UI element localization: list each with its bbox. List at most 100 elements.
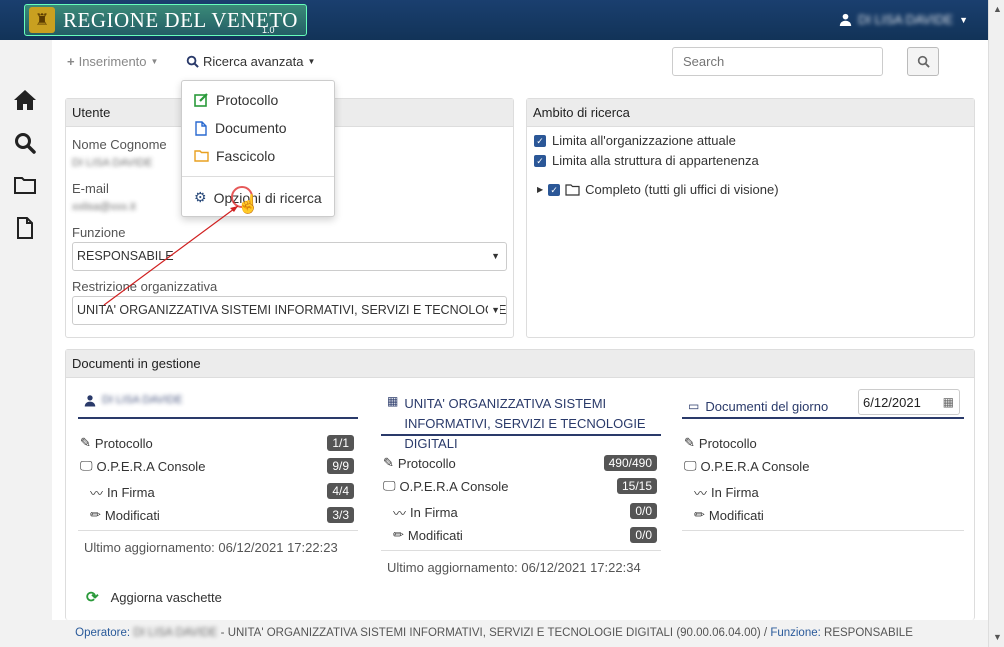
search-icon [186, 55, 199, 68]
aggiorna-vaschette-button[interactable]: ⟳ Aggiorna vaschette [86, 588, 222, 606]
inserimento-label: Inserimento [78, 54, 147, 69]
folder-icon [194, 150, 209, 162]
funzione-select[interactable]: RESPONSABILE ▼ [72, 242, 507, 271]
calendar-icon[interactable]: ▦ [943, 395, 954, 409]
count-badge: 9/9 [327, 458, 354, 474]
row-label: In Firma [410, 505, 458, 520]
divider [682, 530, 964, 531]
caret-right-icon[interactable]: ▶ [537, 185, 543, 194]
checkbox-checked-icon[interactable]: ✓ [548, 183, 561, 196]
user-menu[interactable]: DI LISA DAVIDE ▼ [839, 12, 968, 27]
list-item[interactable]: ✏ Modificati [393, 527, 463, 543]
inserimento-menu[interactable]: + Inserimento ▼ [67, 54, 158, 69]
list-item[interactable]: ✎ Protocollo [383, 455, 456, 471]
date-field[interactable]: 6/12/2021 ▦ [858, 389, 960, 415]
tree-node-label: Completo (tutti gli uffici di visione) [585, 182, 779, 197]
restrizione-value: UNITA' ORGANIZZATIVA SISTEMI INFORMATIVI… [77, 303, 507, 317]
edit-icon [194, 93, 208, 107]
calendar-icon: ▭ [688, 399, 700, 413]
limita-organizzazione-checkbox[interactable]: ✓ Limita all'organizzazione attuale [534, 133, 736, 148]
documenti-col-unita: ▦ UNITA' ORGANIZZATIVA SISTEMI INFORMATI… [381, 394, 661, 579]
search-icon[interactable] [12, 130, 38, 156]
menu-item-label: Fascicolo [216, 148, 276, 164]
list-item[interactable]: ✎ Protocollo [684, 435, 757, 451]
list-item[interactable]: 🖵 O.P.E.R.A Console [80, 458, 205, 474]
row-label: Protocollo [397, 455, 456, 471]
date-value: 6/12/2021 [863, 395, 921, 410]
scroll-down-icon[interactable]: ▼ [993, 632, 1002, 642]
funzione-value: RESPONSABILE [77, 249, 174, 263]
caret-down-icon: ▼ [491, 251, 500, 261]
folder-icon [565, 183, 580, 196]
gear-icon: ⚙ [194, 189, 207, 205]
checkbox-checked-icon: ✓ [534, 134, 546, 147]
menu-item-label: Documento [215, 120, 287, 136]
row-label: In Firma [711, 485, 759, 500]
search-input[interactable] [672, 47, 883, 76]
limita-organizzazione-label: Limita all'organizzazione attuale [552, 133, 736, 148]
list-item[interactable]: 〰 In Firma [694, 483, 759, 502]
funzione-footer-label: Funzione: [770, 627, 821, 639]
building-icon: ▦ [387, 394, 399, 408]
top-navbar: ♜ REGIONE DEL VENETO 1.0 DI LISA DAVIDE … [0, 0, 988, 40]
count-badge: 3/3 [327, 507, 354, 523]
edit-icon: ✎ [383, 455, 394, 470]
signature-icon: 〰 [90, 486, 104, 501]
status-footer: Operatore: DI LISA DAVIDE - UNITA' ORGAN… [0, 620, 988, 647]
documenti-panel: Documenti in gestione DI LISA DAVIDE ✎ Pr… [65, 349, 975, 620]
count-badge: 15/15 [616, 478, 657, 494]
footer-org: - UNITA' ORGANIZZATIVA SISTEMI INFORMATI… [220, 627, 768, 639]
row-label: Modificati [708, 507, 764, 523]
restrizione-label: Restrizione organizzativa [72, 279, 218, 294]
list-item[interactable]: ✏ Modificati [90, 507, 160, 523]
list-item[interactable]: 🖵 O.P.E.R.A Console [684, 458, 809, 474]
signature-icon: 〰 [393, 506, 407, 521]
row-label: O.P.E.R.A Console [399, 478, 509, 494]
limita-struttura-checkbox[interactable]: ✓ Limita alla struttura di appartenenza [534, 153, 759, 168]
user-icon [84, 395, 96, 407]
checkbox-checked-icon: ✓ [534, 154, 546, 167]
list-item[interactable]: 〰 In Firma [393, 503, 458, 522]
app-version: 1.0 [262, 25, 275, 35]
monitor-icon: 🖵 [383, 478, 396, 493]
row-label: Modificati [407, 527, 463, 543]
ambito-title: Ambito di ricerca [527, 99, 974, 127]
documenti-col-utente: DI LISA DAVIDE ✎ Protocollo 1/1 🖵 O.P.E.R.… [78, 394, 358, 559]
limita-struttura-label: Limita alla struttura di appartenenza [552, 153, 759, 168]
count-badge: 490/490 [603, 455, 657, 471]
menu-item-fascicolo[interactable]: Fascicolo [194, 148, 275, 164]
count-badge: 0/0 [630, 503, 657, 519]
row-label: O.P.E.R.A Console [96, 458, 206, 474]
list-item[interactable]: 〰 In Firma [90, 483, 155, 502]
ambito-panel: Ambito di ricerca ✓ Limita all'organizza… [526, 98, 975, 338]
funzione-footer-value: RESPONSABILE [824, 627, 913, 639]
menu-item-documento[interactable]: Documento [194, 120, 287, 136]
search-button[interactable] [907, 47, 939, 76]
email-value: xxlisa@xxx.it [72, 201, 136, 213]
row-label: Modificati [104, 507, 160, 523]
list-item[interactable]: ✎ Protocollo [80, 435, 153, 451]
row-label: In Firma [107, 485, 155, 500]
scroll-up-icon[interactable]: ▲ [993, 4, 1002, 14]
folder-icon[interactable] [12, 172, 38, 198]
user-name: DI LISA DAVIDE [857, 12, 954, 27]
nome-value: DI LISA DAVIDE [72, 157, 153, 169]
menu-divider [182, 176, 334, 177]
document-icon[interactable] [12, 215, 38, 241]
row-label: O.P.E.R.A Console [700, 458, 810, 474]
restrizione-select[interactable]: UNITA' ORGANIZZATIVA SISTEMI INFORMATIVI… [72, 296, 507, 325]
count-badge: 4/4 [327, 483, 354, 499]
tree-node-completo[interactable]: ▶ ✓ Completo (tutti gli uffici di vision… [537, 182, 779, 197]
count-badge: 0/0 [630, 527, 657, 543]
pencil-icon: ✏ [393, 527, 404, 542]
nome-label: Nome Cognome [72, 137, 167, 152]
row-label: Protocollo [698, 435, 757, 451]
menu-item-protocollo[interactable]: Protocollo [194, 92, 278, 108]
operatore-label: Operatore: [75, 627, 131, 639]
menu-item-label: Opzioni di ricerca [213, 189, 322, 206]
vertical-scrollbar[interactable]: ▲ ▼ [988, 0, 1004, 647]
list-item[interactable]: 🖵 O.P.E.R.A Console [383, 478, 508, 494]
home-icon[interactable] [12, 87, 38, 113]
list-item[interactable]: ✏ Modificati [694, 507, 764, 523]
ricerca-avanzata-menu[interactable]: Ricerca avanzata ▼ [186, 54, 315, 69]
